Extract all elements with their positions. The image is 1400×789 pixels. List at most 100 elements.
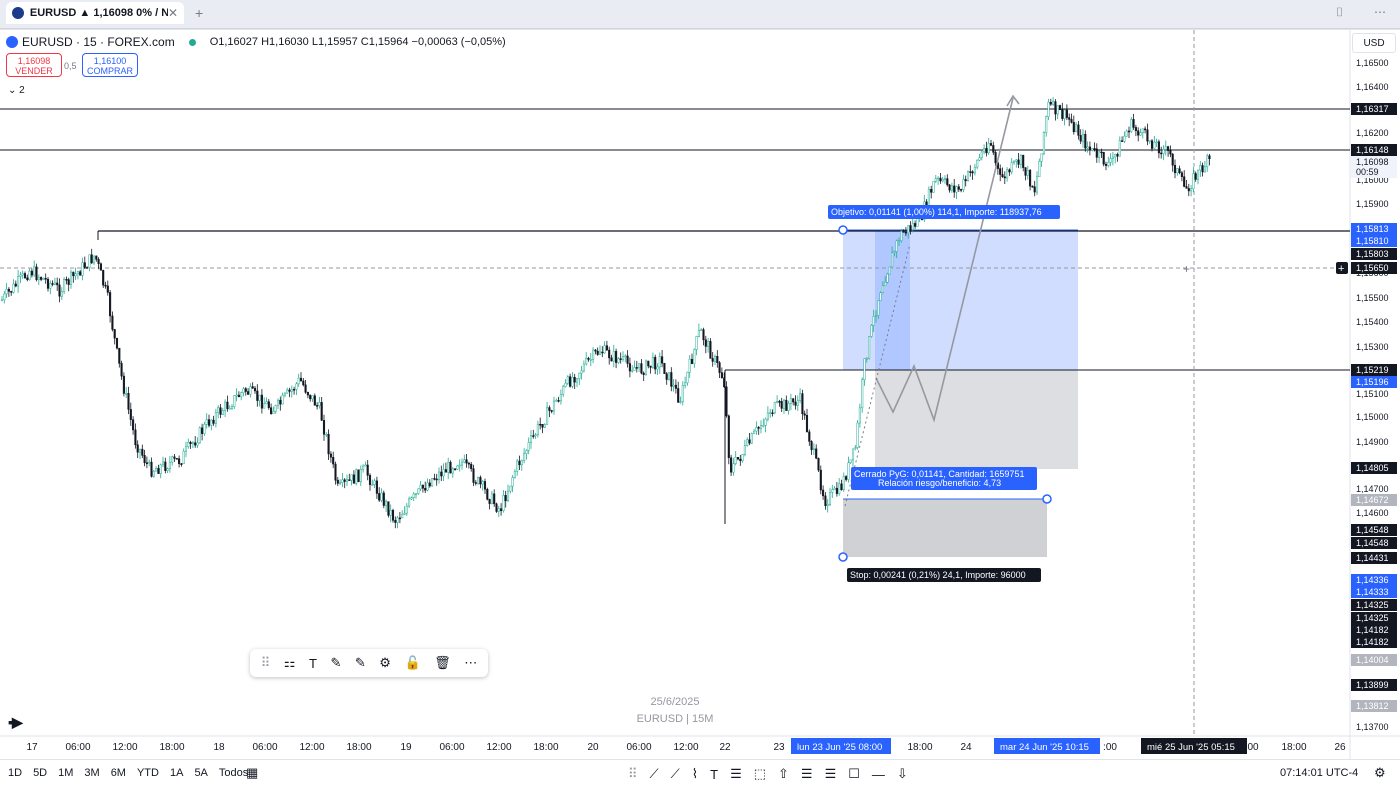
price-chart[interactable]: Objetivo: 0,01141 (1,00%) 114,1, Importe…	[0, 30, 1400, 759]
candle-body	[932, 181, 935, 193]
candle-body	[465, 459, 468, 464]
lock-icon[interactable]: 🔓	[404, 655, 420, 671]
candle-body	[412, 493, 415, 498]
candle-body	[564, 383, 567, 387]
candle-body	[281, 394, 284, 405]
rectangle-icon[interactable]: ⬚	[754, 766, 766, 782]
candle-body	[642, 372, 645, 375]
candle-body	[157, 468, 160, 474]
comment-icon[interactable]: ☐	[848, 766, 860, 782]
drag-handle-icon[interactable]: ⠿	[261, 655, 271, 671]
candle-body	[849, 459, 852, 463]
candle-body	[1162, 149, 1165, 154]
candle-body	[1160, 152, 1163, 155]
template-icon[interactable]: ⚏	[284, 655, 296, 671]
close-tab-icon[interactable]: ✕	[168, 6, 178, 20]
delete-icon[interactable]: 🗑	[434, 655, 451, 671]
chart-area[interactable]: Objetivo: 0,01141 (1,00%) 114,1, Importe…	[0, 29, 1400, 759]
candle-body	[1047, 101, 1050, 117]
text-tool-icon[interactable]: T	[710, 767, 718, 782]
candle-body	[1079, 135, 1082, 142]
candle-body	[983, 148, 986, 153]
range-5d[interactable]: 5D	[33, 767, 47, 779]
range-todos[interactable]: Todos	[219, 767, 248, 779]
candle-body	[410, 497, 413, 500]
price-label: 1,15219	[1356, 365, 1389, 375]
buy-button[interactable]: 1,16100 COMPRAR	[82, 53, 138, 77]
sell-button[interactable]: 1,16098 VENDER	[6, 53, 62, 77]
candle-body	[755, 427, 758, 432]
chart-settings-icon[interactable]: ⚙	[1374, 765, 1386, 781]
range-3m[interactable]: 3M	[84, 767, 99, 779]
more-icon[interactable]: ⋯	[1374, 5, 1386, 19]
candle-body	[276, 399, 280, 406]
trend-line-icon[interactable]: ⟋	[650, 766, 659, 782]
line-color-icon[interactable]: ✎	[330, 655, 341, 671]
fib-icon[interactable]: ⌇	[692, 766, 698, 782]
candle-body	[543, 424, 546, 428]
candle-body	[506, 490, 510, 502]
date-range-icon[interactable]: ▦	[246, 765, 258, 781]
text-icon[interactable]: T	[309, 656, 317, 671]
candle-body	[175, 458, 178, 460]
candle-body	[1045, 116, 1048, 133]
candle-body	[203, 424, 206, 434]
range-6m[interactable]: 6M	[111, 767, 126, 779]
tradingview-logo-icon[interactable]: ▪▶	[8, 714, 23, 731]
target-label: Objetivo: 0,01141 (1,00%) 114,1, Importe…	[831, 207, 1042, 217]
candle-body	[812, 448, 815, 451]
price-label: 1,14336	[1356, 575, 1389, 585]
arrow-down-icon[interactable]: ⇩	[897, 766, 908, 782]
candle-body	[7, 288, 10, 292]
candle-body	[759, 425, 763, 429]
candle-body	[934, 178, 937, 182]
horizontal-line-icon[interactable]: —	[872, 767, 885, 782]
price-label: 1,14672	[1356, 495, 1389, 505]
candle-body	[419, 484, 422, 490]
symbol-title[interactable]: EURUSD · 15 · FOREX.com	[22, 35, 175, 49]
candle-body	[520, 460, 523, 466]
candle-body	[449, 461, 452, 474]
candle-body	[939, 177, 942, 182]
candle-body	[615, 351, 618, 363]
candle-body	[957, 186, 960, 190]
candle-body	[341, 479, 344, 483]
indicators-toggle[interactable]: ⌄ 2	[8, 85, 25, 96]
position-long-icon[interactable]: ☰	[801, 766, 813, 782]
settings-icon[interactable]: ⚙	[379, 655, 391, 671]
layout-icon[interactable]: ⌷	[1336, 5, 1343, 20]
range-1a[interactable]: 1A	[170, 767, 183, 779]
candle-body	[295, 383, 298, 390]
gann-icon[interactable]: ⟋	[671, 766, 680, 782]
candle-body	[1010, 162, 1013, 173]
browser-tab[interactable]: EURUSD ▲ 1,16098 0% / N ✕	[6, 2, 184, 24]
arrow-up-icon[interactable]: ⇧	[778, 766, 789, 782]
range-5a[interactable]: 5A	[194, 767, 207, 779]
candle-body	[884, 282, 887, 287]
more-icon[interactable]: ⋯	[464, 655, 477, 671]
candle-body	[233, 395, 236, 407]
fill-color-icon[interactable]: ✎	[355, 655, 366, 671]
drag-handle-icon[interactable]: ⠿	[628, 766, 638, 782]
candle-body	[513, 470, 516, 478]
new-tab-button[interactable]: +	[195, 5, 203, 21]
range-1d[interactable]: 1D	[8, 767, 22, 779]
candle-body	[1155, 141, 1158, 144]
candle-body	[322, 420, 326, 435]
candle-body	[1199, 165, 1202, 171]
candle-body	[95, 255, 98, 260]
position-short-icon[interactable]: ☰	[825, 766, 837, 782]
candle-body	[258, 394, 261, 401]
clock[interactable]: 07:14:01 UTC-4	[1280, 767, 1358, 779]
candle-body	[840, 483, 843, 490]
candle-body	[398, 517, 401, 520]
range-ytd[interactable]: YTD	[137, 767, 159, 779]
candle-body	[359, 469, 362, 483]
candle-body	[582, 363, 585, 372]
currency-select[interactable]: USD	[1352, 33, 1396, 53]
pattern-icon[interactable]: ☰	[730, 766, 742, 782]
candle-body	[1118, 140, 1121, 157]
stop-zone	[843, 499, 1047, 557]
candle-body	[145, 462, 148, 464]
range-1m[interactable]: 1M	[58, 767, 73, 779]
